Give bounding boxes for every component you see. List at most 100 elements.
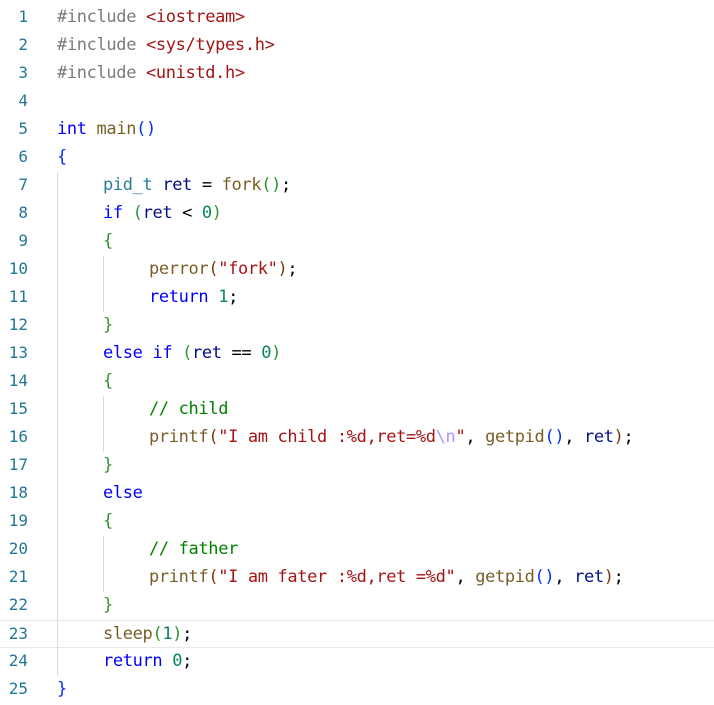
line-number: 12 <box>8 315 28 334</box>
code-token: "I am fater :%d,ret =%d" <box>218 567 456 587</box>
code-token: if <box>103 203 123 223</box>
code-line[interactable]: 8 if (ret < 0) <box>0 200 714 228</box>
code-token: fork <box>221 175 262 195</box>
code-token: , <box>564 427 584 447</box>
code-editor[interactable]: 1 #include <iostream> 2 #include <sys/types… <box>0 0 714 705</box>
code-token: <unistd.h> <box>145 63 245 83</box>
code-line[interactable]: 13 else if (ret == 0) <box>0 340 714 368</box>
code-line[interactable]: 21 printf("I am fater :%d,ret =%d", getpi… <box>0 564 714 592</box>
line-number: 22 <box>8 595 28 614</box>
code-line[interactable]: 4 <box>0 88 714 116</box>
code-token: else <box>103 483 143 503</box>
code-token: ( <box>208 427 219 447</box>
code-token: " <box>455 427 466 447</box>
code-token: ret <box>162 175 192 195</box>
code-line[interactable]: 1 #include <iostream> <box>0 4 714 32</box>
code-text: perror("fork"); <box>149 259 298 279</box>
line-number: 10 <box>8 259 28 278</box>
code-line[interactable]: 16 printf("I am child :%d,ret=%d\n", getp… <box>0 424 714 452</box>
code-token: ( <box>182 343 192 363</box>
code-token: () <box>544 427 565 447</box>
code-line[interactable]: 6{ <box>0 144 714 172</box>
code-token: { <box>57 147 67 167</box>
code-token: main <box>96 119 137 139</box>
code-token: == <box>221 343 262 363</box>
line-number: 16 <box>8 427 28 446</box>
code-token: ( <box>208 567 219 587</box>
code-token: ret <box>142 203 173 223</box>
code-line[interactable]: 19 { <box>0 508 714 536</box>
code-text: return 0; <box>103 651 192 671</box>
code-line[interactable]: 22} <box>0 592 714 620</box>
code-line[interactable]: 10 perror("fork"); <box>0 256 714 284</box>
code-token: #include <box>57 7 146 27</box>
code-token: { <box>103 371 113 391</box>
code-text: } <box>57 679 67 699</box>
code-token: ; <box>280 175 291 195</box>
code-token: sleep <box>103 624 153 644</box>
code-line[interactable]: 14 { <box>0 368 714 396</box>
code-line[interactable]: 3 #include <unistd.h> <box>0 60 714 88</box>
code-text: } <box>103 595 113 615</box>
code-token: { <box>103 511 113 531</box>
code-line[interactable]: 18 else <box>0 480 714 508</box>
code-token: () <box>534 567 555 587</box>
code-text: printf("I am fater :%d,ret =%d", getpid(… <box>149 567 624 587</box>
code-token: { <box>103 231 113 251</box>
line-number: 25 <box>8 679 28 698</box>
code-line[interactable]: 23 sleep(1); <box>0 620 714 648</box>
code-text: else <box>103 483 143 503</box>
code-line[interactable]: 12} <box>0 312 714 340</box>
code-token: ( <box>132 203 143 223</box>
code-token: else <box>103 343 143 363</box>
code-text: { <box>57 147 67 167</box>
code-text: #include <iostream> <box>57 7 245 27</box>
code-token: ret <box>574 567 604 587</box>
code-token: // father <box>149 539 238 559</box>
code-text: sleep(1); <box>103 624 192 644</box>
line-number: 7 <box>18 175 28 194</box>
code-line[interactable]: 11 return 1; <box>0 284 714 312</box>
line-number: 8 <box>18 203 28 222</box>
code-token: getpid <box>485 427 545 447</box>
code-token: ; <box>182 651 192 671</box>
code-token: ret <box>584 427 614 447</box>
line-number: 20 <box>8 539 28 558</box>
line-number: 4 <box>18 91 28 110</box>
code-text: if (ret < 0) <box>103 203 222 223</box>
line-number: 24 <box>8 651 28 670</box>
code-token: 0 <box>172 651 183 671</box>
code-line[interactable]: 24 return 0; <box>0 648 714 676</box>
code-line[interactable]: 7 pid_t ret = fork(); <box>0 172 714 200</box>
code-token: ; <box>613 567 624 587</box>
code-line[interactable]: 17} <box>0 452 714 480</box>
line-number: 15 <box>8 399 28 418</box>
indent-guide <box>103 396 104 452</box>
code-token: } <box>103 315 113 335</box>
line-number: 3 <box>18 63 28 82</box>
code-line[interactable]: 2 #include <sys/types.h> <box>0 32 714 60</box>
code-text: // father <box>149 539 238 559</box>
code-token: <sys/types.h> <box>145 35 275 55</box>
code-line[interactable]: 9{ <box>0 228 714 256</box>
line-number: 14 <box>8 371 28 390</box>
code-token: return <box>103 651 163 671</box>
code-token: 0 <box>261 343 272 363</box>
code-token: ( <box>152 624 163 644</box>
line-number: 9 <box>18 231 28 250</box>
code-token: , <box>465 427 486 447</box>
code-line[interactable]: 25} <box>0 676 714 704</box>
code-token: printf <box>149 567 209 587</box>
code-token: return <box>149 287 209 307</box>
line-number: 19 <box>8 511 28 530</box>
code-token: 0 <box>201 203 212 223</box>
code-token: () <box>261 175 281 195</box>
code-token: ; <box>623 427 634 447</box>
code-line[interactable]: 20 // father <box>0 536 714 564</box>
code-text: return 1; <box>149 287 238 307</box>
code-line[interactable]: 15 // child <box>0 396 714 424</box>
code-line[interactable]: 5 int main() <box>0 116 714 144</box>
code-token: \n <box>435 427 456 447</box>
line-number: 2 <box>18 35 28 54</box>
